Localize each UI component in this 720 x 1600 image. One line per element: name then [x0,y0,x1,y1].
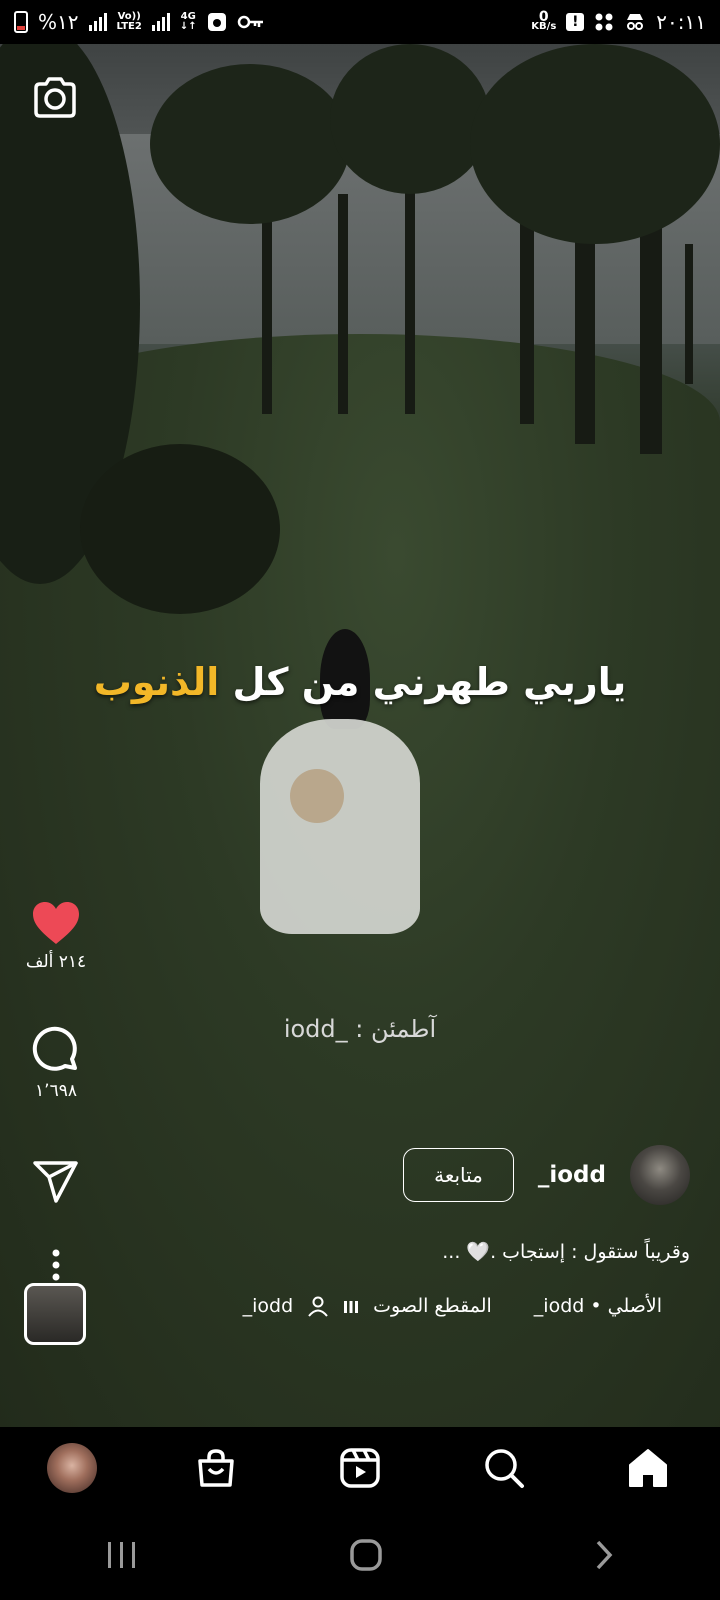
network-speed: 0 KB/s [531,10,557,32]
home-icon[interactable] [627,1447,669,1489]
video-foliage [150,64,350,224]
network-label: Vo)) LTE2 [117,12,142,32]
more-action [0,1248,112,1282]
original-audio-label[interactable]: الأصلي • iodd_ [534,1295,662,1317]
network-bottom: LTE2 [116,21,142,32]
speed-unit: KB/s [531,21,557,32]
reels-icon[interactable] [339,1447,381,1489]
status-left: %١٢ Vo)) LTE2 4G ↓↑ [14,10,265,34]
home-system-icon[interactable] [349,1538,383,1572]
like-button[interactable]: ٢١٤ ألف [0,900,112,972]
video-foliage [470,44,720,244]
comment-icon[interactable] [31,1025,81,1075]
comment-count: ١٬٦٩٨ [35,1081,77,1101]
battery-percent: %١٢ [38,10,79,34]
more-button[interactable] [0,1248,112,1282]
like-count: ٢١٤ ألف [25,952,87,972]
creator-avatar[interactable] [630,1145,690,1205]
recent-apps-icon[interactable] [106,1540,138,1570]
comment-button[interactable]: ١٬٦٩٨ [0,1025,112,1101]
back-icon[interactable] [594,1539,614,1571]
status-right: 0 KB/s ! ٢٠:١١ [531,10,706,34]
video-foliage [80,444,280,614]
video-tree [262,214,272,414]
data-arrows-icon: ↓↑ [179,21,197,32]
sound-label[interactable]: المقطع الصوت [373,1295,492,1317]
nav-profile[interactable] [44,1440,100,1496]
creator-row: iodd_ متابعة [403,1145,690,1205]
person-tag-icon [308,1296,328,1317]
caption-highlight: الذنوب [93,660,220,704]
reel-video[interactable] [0,44,720,1427]
figure-dress [260,719,420,934]
figure-hat [290,769,344,823]
more-options-icon[interactable] [51,1248,61,1282]
video-tree [338,194,348,414]
audio-row[interactable]: الأصلي • iodd_ المقطع الصوت iodd_ [243,1295,662,1317]
incognito-icon [627,14,644,30]
video-foliage [330,44,490,194]
nav-reels[interactable] [332,1440,388,1496]
overlay-caption: ياربي طهرني من كل الذنوب [0,660,720,704]
signal-icon-2 [151,13,170,31]
apps-icon [595,13,613,31]
bottom-nav [0,1427,720,1509]
signal-icon [88,13,107,31]
video-tree [405,164,415,414]
like-action: ٢١٤ ألف [0,900,112,972]
share-button[interactable] [0,1160,112,1204]
comment-action: ١٬٦٩٨ [0,1025,112,1101]
alert-icon: ! [566,13,585,31]
profile-avatar[interactable] [47,1443,97,1493]
caption-main: ياربي طهرني من كل [219,660,627,704]
audio-bars-icon [344,1301,359,1313]
video-tree [685,244,693,384]
status-bar: %١٢ Vo)) LTE2 4G ↓↑ 0 KB/s ! ٢٠:١١ [0,0,720,44]
shop-icon[interactable] [195,1447,237,1489]
share-action [0,1160,112,1204]
app-notification-icon [207,13,226,31]
system-nav [0,1509,720,1600]
nav-home[interactable] [620,1440,676,1496]
network-type: 4G ↓↑ [180,12,197,32]
nav-search[interactable] [476,1440,532,1496]
camera-icon[interactable] [32,74,78,120]
follow-button[interactable]: متابعة [403,1148,514,1202]
search-icon[interactable] [483,1447,525,1489]
creator-username[interactable]: iodd_ [538,1162,606,1188]
battery-icon [14,11,28,33]
vpn-key-icon [237,15,263,29]
heart-icon[interactable] [31,900,81,946]
reel-description[interactable]: وقريباً ستقول : إستجاب .🤍 ... [442,1240,690,1263]
tagged-user[interactable]: iodd_ [243,1295,294,1317]
nav-shop[interactable] [188,1440,244,1496]
send-icon[interactable] [32,1160,80,1204]
clock: ٢٠:١١ [656,10,706,34]
audio-thumbnail[interactable] [24,1283,86,1345]
